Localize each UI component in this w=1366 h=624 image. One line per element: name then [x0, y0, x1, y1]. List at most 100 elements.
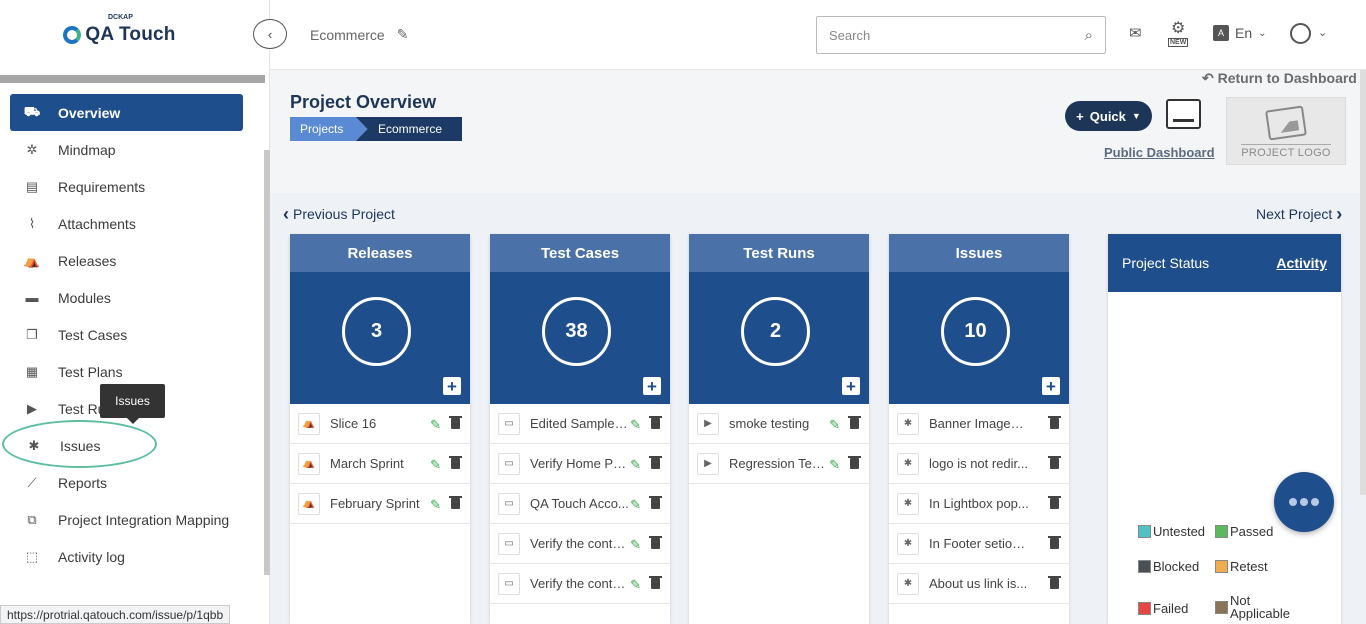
edit-icon[interactable]: ✎	[430, 457, 441, 473]
edit-icon[interactable]: ✎	[829, 417, 840, 433]
trash-icon[interactable]	[1048, 536, 1061, 549]
list-item[interactable]: ▶ Regression Tes... ✎	[689, 444, 869, 484]
list-item[interactable]: ✱ logo is not redir...	[889, 444, 1069, 484]
page-scrollbar[interactable]	[1360, 70, 1366, 495]
list-item-label[interactable]: Edited Sample t...	[530, 416, 630, 431]
project-logo[interactable]: PROJECT LOGO	[1226, 97, 1346, 165]
sidebar-item-attachments[interactable]: ⌇ Attachments	[10, 205, 243, 242]
sidebar-item-releases[interactable]: ⛺ Releases	[10, 242, 243, 279]
trash-icon[interactable]	[649, 456, 662, 469]
next-project-link[interactable]: Next Project ›	[1256, 205, 1342, 223]
trash-icon[interactable]	[649, 496, 662, 509]
card-test-runs: Test Runs 2 + ▶ smoke testing ✎ ▶ Regression Te…	[689, 234, 869, 624]
trash-icon[interactable]	[449, 456, 462, 469]
trash-icon[interactable]	[1048, 496, 1061, 509]
trash-icon[interactable]	[649, 536, 662, 549]
trash-icon[interactable]	[449, 496, 462, 509]
list-item-label[interactable]: Regression Tes...	[729, 456, 829, 471]
card-count[interactable]: 38	[542, 297, 611, 366]
trash-icon[interactable]	[848, 456, 861, 469]
edit-icon[interactable]: ✎	[630, 497, 641, 513]
edit-icon[interactable]: ✎	[630, 457, 641, 473]
edit-icon[interactable]: ✎	[430, 497, 441, 513]
trash-icon[interactable]	[848, 416, 861, 429]
sidebar-item-overview[interactable]: ⛟ Overview	[10, 94, 243, 131]
activity-link[interactable]: Activity	[1276, 255, 1327, 271]
trash-icon[interactable]	[649, 416, 662, 429]
list-item[interactable]: ✱ Banner Images ...	[889, 404, 1069, 444]
keyboard-shortcuts-icon[interactable]	[1166, 99, 1201, 129]
list-item-label[interactable]: Banner Images ...	[929, 416, 1029, 431]
card-count[interactable]: 3	[342, 297, 411, 366]
whats-new-icon[interactable]: ⚙ NEW	[1168, 18, 1189, 47]
list-item[interactable]: ▭ Edited Sample t... ✎	[490, 404, 670, 444]
list-item[interactable]: ⛺ March Sprint ✎	[290, 444, 470, 484]
issues-highlight-ring	[2, 420, 157, 468]
sidebar-item-project-integration-mapping[interactable]: ⧉ Project Integration Mapping	[10, 501, 243, 538]
quick-add-button[interactable]: + Quick ▼	[1065, 101, 1152, 131]
list-item-label[interactable]: In Lightbox pop...	[929, 496, 1029, 511]
list-item[interactable]: ✱ About us link is...	[889, 564, 1069, 604]
list-item-label[interactable]: Verify the conte...	[530, 536, 630, 551]
card-count[interactable]: 2	[741, 297, 810, 366]
card-count[interactable]: 10	[941, 297, 1010, 366]
sidebar-item-reports[interactable]: ⟋ Reports	[10, 464, 243, 501]
list-item[interactable]: ▶ smoke testing ✎	[689, 404, 869, 444]
trash-icon[interactable]	[449, 416, 462, 429]
search-icon[interactable]: ⌕	[1085, 27, 1093, 44]
edit-icon[interactable]: ✎	[630, 537, 641, 553]
list-item-label[interactable]: About us link is...	[929, 576, 1029, 591]
sidebar-item-requirements[interactable]: ▤ Requirements	[10, 168, 243, 205]
list-item-label[interactable]: In Footer setion...	[929, 536, 1029, 551]
sidebar-item-mindmap[interactable]: ✲ Mindmap	[10, 131, 243, 168]
sidebar-item-test-cases[interactable]: ❐ Test Cases	[10, 316, 243, 353]
add-button[interactable]: +	[443, 377, 461, 395]
add-button[interactable]: +	[643, 377, 661, 395]
edit-icon[interactable]: ✎	[630, 577, 641, 593]
mail-icon[interactable]: ✉	[1129, 24, 1142, 42]
edit-icon[interactable]: ✎	[630, 417, 641, 433]
list-item[interactable]: ⛺ Slice 16 ✎	[290, 404, 470, 444]
list-item-label[interactable]: Slice 16	[330, 416, 430, 431]
language-selector[interactable]: A En ⌄	[1213, 25, 1267, 41]
sidebar-item-activity-log[interactable]: ⬚ Activity log	[10, 538, 243, 575]
add-button[interactable]: +	[842, 377, 860, 395]
list-item-label[interactable]: smoke testing	[729, 416, 829, 431]
add-button[interactable]: +	[1042, 377, 1060, 395]
list-item-label[interactable]: QA Touch Acco...	[530, 496, 630, 511]
user-avatar-icon[interactable]	[1290, 23, 1311, 44]
previous-project-link[interactable]: ‹ Previous Project	[283, 205, 395, 223]
edit-icon[interactable]: ✎	[829, 457, 840, 473]
chevron-down-icon[interactable]: ⌄	[1318, 26, 1327, 39]
edit-icon[interactable]: ✎	[430, 417, 441, 433]
top-header: Ecommerce ✎ ⌕ ✉ ⚙ NEW A En ⌄ ⌄	[270, 0, 1366, 70]
chat-fab-button[interactable]	[1274, 472, 1334, 532]
logo[interactable]: DCKAP QA Touch	[0, 0, 269, 70]
list-item[interactable]: ▭ Verify Home Pa... ✎	[490, 444, 670, 484]
list-item[interactable]: ▭ Verify the conte... ✎	[490, 524, 670, 564]
list-item[interactable]: ✱ In Footer setion...	[889, 524, 1069, 564]
list-item-label[interactable]: Verify Home Pa...	[530, 456, 630, 471]
public-dashboard-link[interactable]: Public Dashboard	[1104, 145, 1215, 160]
list-item[interactable]: ⛺ February Sprint ✎	[290, 484, 470, 524]
list-item-label[interactable]: Verify the conte...	[530, 576, 630, 591]
collapse-sidebar-button[interactable]: ‹	[253, 19, 287, 49]
list-item[interactable]: ▭ QA Touch Acco... ✎	[490, 484, 670, 524]
search-input[interactable]	[829, 27, 1085, 43]
list-item[interactable]: ▭ Verify the conte... ✎	[490, 564, 670, 604]
list-item-label[interactable]: February Sprint	[330, 496, 430, 511]
legend-item: Passed	[1215, 524, 1273, 539]
list-item[interactable]: ✱ In Lightbox pop...	[889, 484, 1069, 524]
return-to-dashboard-link[interactable]: ↶ Return to Dashboard	[1202, 70, 1357, 87]
trash-icon[interactable]	[1048, 576, 1061, 589]
trash-icon[interactable]	[649, 576, 662, 589]
trash-icon[interactable]	[1048, 416, 1061, 429]
document-icon: ▭	[498, 572, 520, 595]
pencil-icon[interactable]: ✎	[397, 26, 409, 43]
list-item-label[interactable]: March Sprint	[330, 456, 430, 471]
sidebar-item-modules[interactable]: ▬ Modules	[10, 279, 243, 316]
list-item-label[interactable]: logo is not redir...	[929, 456, 1029, 471]
language-label: En	[1235, 25, 1253, 41]
trash-icon[interactable]	[1048, 456, 1061, 469]
breadcrumb-projects[interactable]: Projects	[290, 117, 368, 141]
